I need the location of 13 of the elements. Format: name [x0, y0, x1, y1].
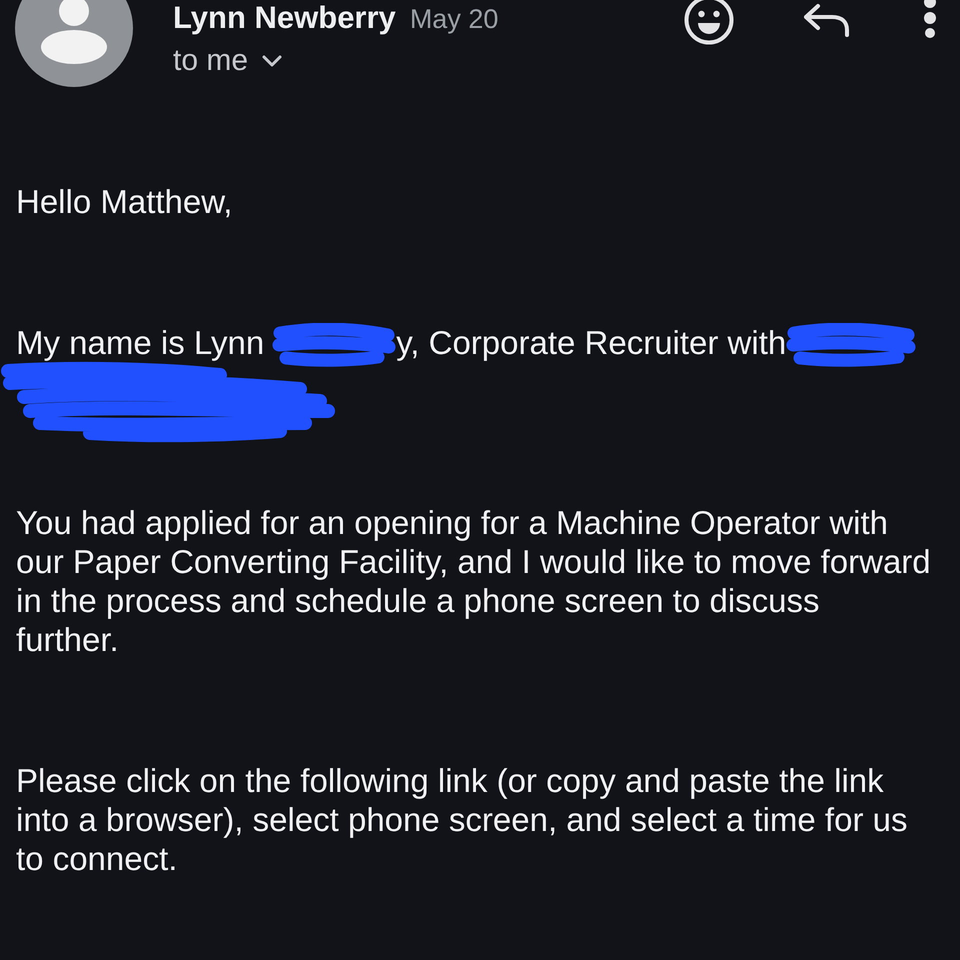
sender-name: Lynn Newberry: [173, 0, 396, 36]
chevron-down-icon: [262, 55, 282, 67]
body-paragraph: Please click on the following link (or copy and paste the link into a browser), select phone screen, and select a time for us to connect.: [16, 761, 908, 878]
recipient-toggle[interactable]: to me: [173, 44, 498, 78]
email-date: May 20: [410, 3, 498, 36]
body-text: y, Corporate Recruiter with: [396, 324, 786, 361]
avatar-icon: [15, 0, 133, 87]
body-paragraph: You had applied for an opening for a Machine Operator with our Paper Converting Facility, and I would like to move forward in the process and schedule a phone screen to discuss further.: [16, 503, 932, 660]
more-options-icon[interactable]: [922, 0, 938, 38]
body-paragraph: Hello Matthew,: [16, 182, 234, 221]
body-text: My name is Lynn: [16, 324, 264, 361]
reply-icon[interactable]: [804, 3, 850, 37]
smiley-icon[interactable]: [684, 0, 734, 45]
